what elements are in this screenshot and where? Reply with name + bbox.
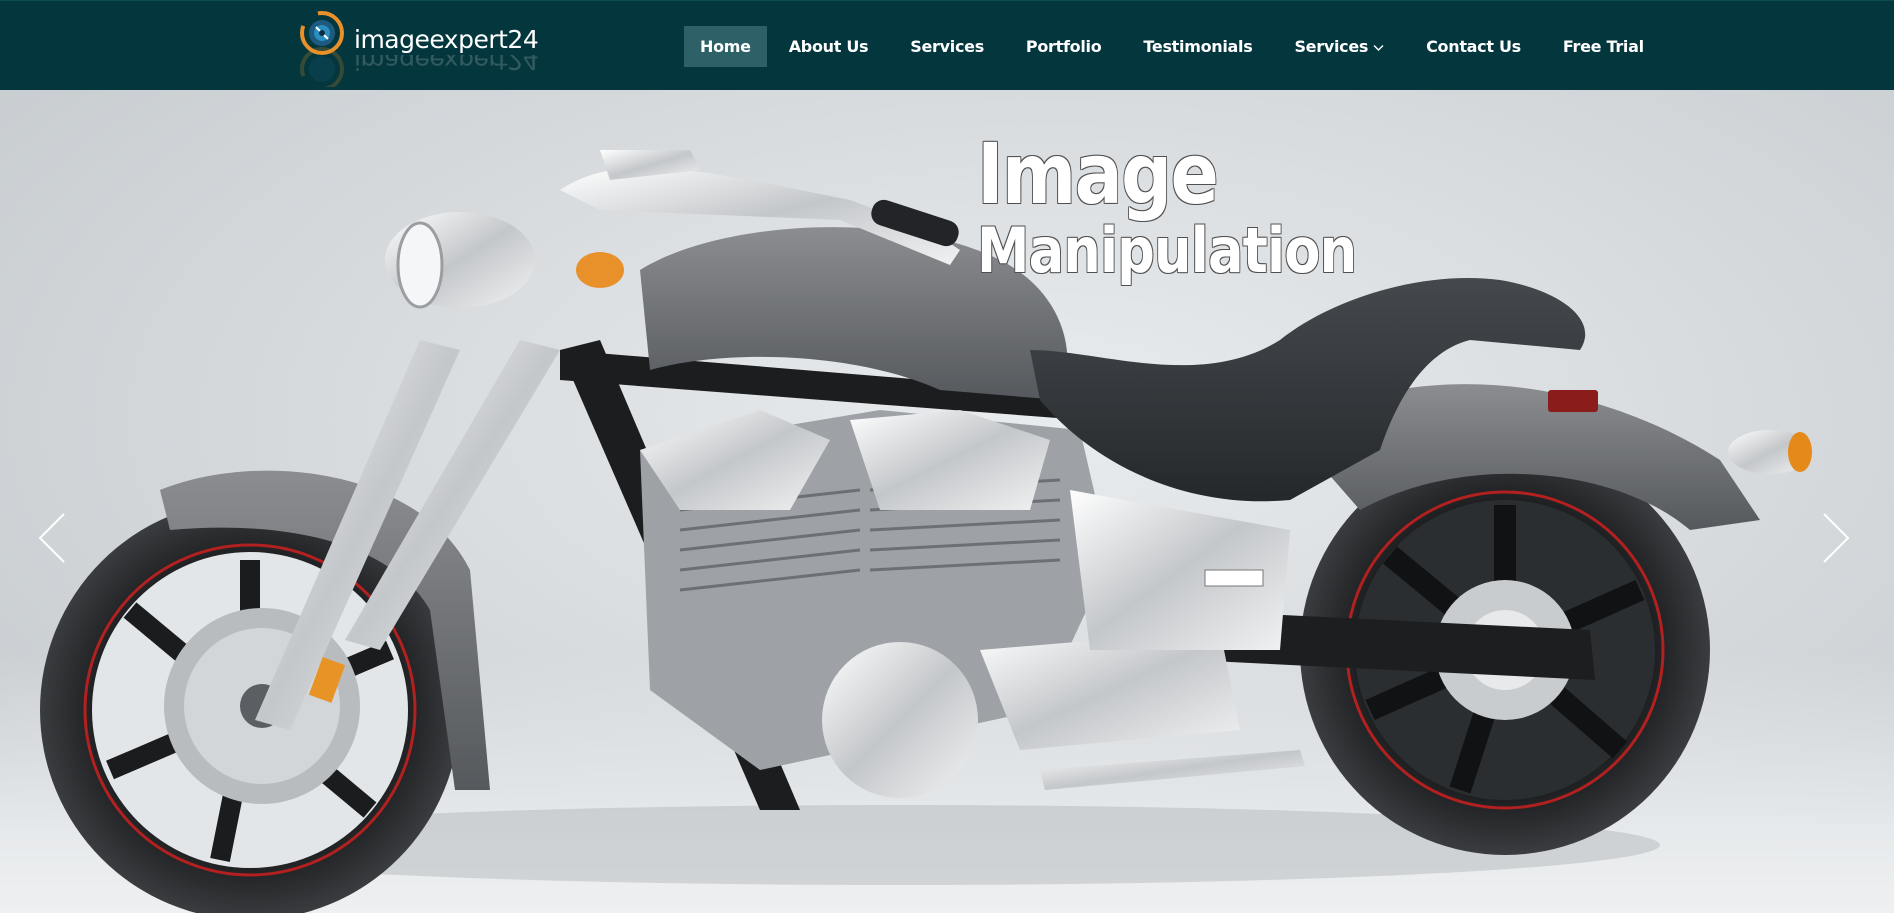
hero-title: Image Manipulation: [977, 132, 1423, 282]
nav-item-label: Services: [1294, 37, 1369, 56]
nav-item-services[interactable]: Services: [890, 26, 1004, 67]
hero-slider: Image Manipulation: [0, 90, 1894, 913]
nav-item-label: About Us: [788, 37, 869, 56]
page: imageexpert24 imageexpert24 Home About U…: [0, 0, 1894, 917]
hero-bottom-strip: [0, 913, 1894, 917]
nav-item-portfolio[interactable]: Portfolio: [1006, 26, 1121, 67]
camera-lens-logo-icon: [300, 11, 344, 87]
motorcycle-cruiser-photo: [40, 150, 1812, 913]
nav-item-about-us[interactable]: About Us: [769, 26, 889, 67]
nav-item-home[interactable]: Home: [684, 26, 767, 67]
chevron-down-icon: [1373, 44, 1384, 51]
nav-item-label: Portfolio: [1025, 37, 1102, 56]
logo-text: imageexpert24: [354, 25, 539, 54]
chevron-left-icon[interactable]: [34, 510, 70, 566]
logo-text-reflection: imageexpert24: [354, 55, 539, 75]
nav-item-testimonials[interactable]: Testimonials: [1123, 26, 1272, 67]
hero-title-line2: Manipulation: [977, 214, 1357, 287]
main-nav: Home About Us Services Portfolio Testimo…: [684, 26, 1666, 67]
nav-item-label: Services: [910, 37, 984, 56]
nav-item-label: Contact Us: [1426, 37, 1521, 56]
nav-item-label: Testimonials: [1143, 37, 1253, 56]
nav-item-free-trial[interactable]: Free Trial: [1543, 26, 1664, 67]
top-navbar: imageexpert24 imageexpert24 Home About U…: [0, 0, 1894, 90]
site-logo[interactable]: imageexpert24 imageexpert24: [298, 7, 539, 87]
chevron-right-icon[interactable]: [1818, 510, 1854, 566]
nav-item-contact-us[interactable]: Contact Us: [1406, 26, 1541, 67]
nav-item-label: Home: [700, 37, 751, 56]
nav-item-services-dropdown[interactable]: Services: [1274, 26, 1404, 67]
hero-title-line1: Image: [977, 125, 1219, 223]
nav-item-label: Free Trial: [1562, 37, 1644, 56]
